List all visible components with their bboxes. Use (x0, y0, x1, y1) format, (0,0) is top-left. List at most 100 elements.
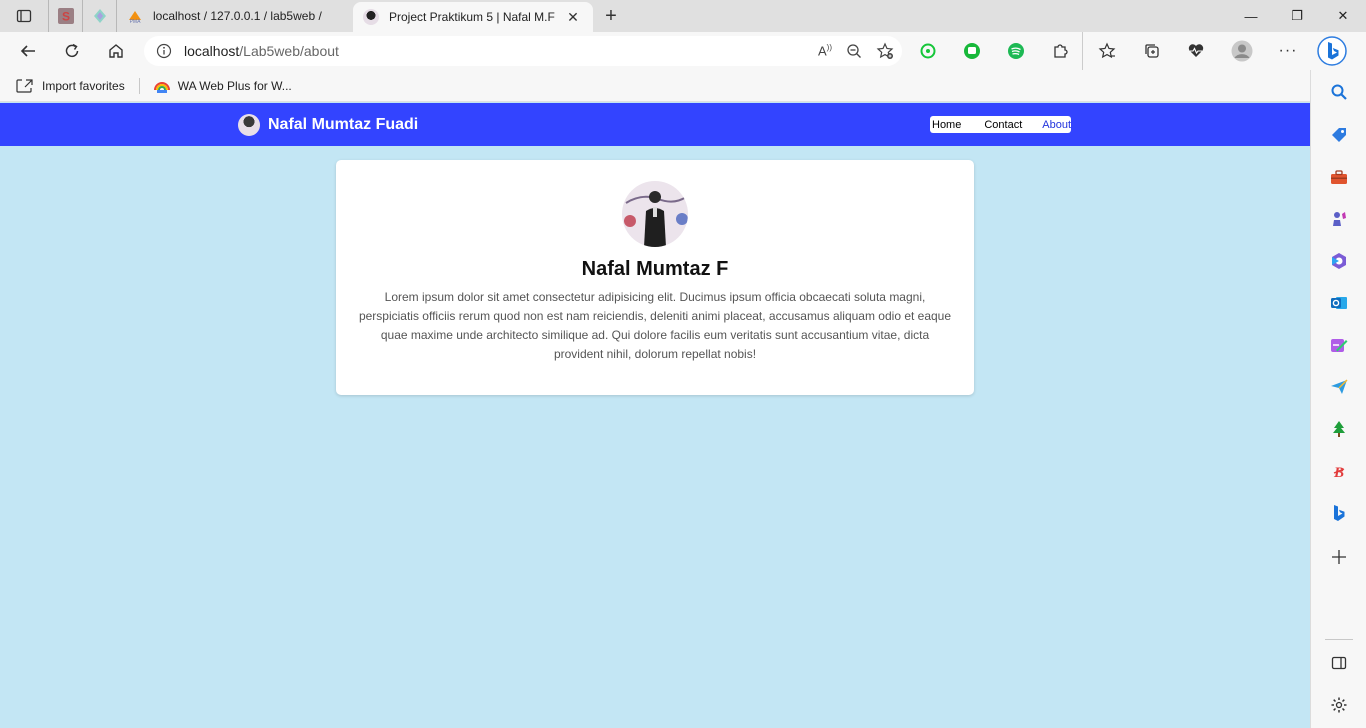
copilot-button[interactable] (1310, 32, 1354, 70)
toolbox-icon (1331, 170, 1347, 184)
paper-plane-icon (1331, 379, 1348, 394)
url-text[interactable]: localhost/Lab5web/about (184, 43, 339, 59)
favorites-button[interactable] (1082, 32, 1130, 70)
site-brand[interactable]: Nafal Mumtaz Fuadi (238, 114, 418, 136)
toolbar-extensions: ··· (906, 32, 1354, 70)
bing-icon (1334, 505, 1345, 521)
url-path: /Lab5web/about (239, 43, 339, 59)
sidebar-m365-button[interactable] (1329, 251, 1349, 271)
collections-button[interactable] (1130, 32, 1174, 70)
read-aloud-icon[interactable]: A)) (818, 43, 832, 58)
tab-title: localhost / 127.0.0.1 / lab5web / (153, 9, 322, 23)
web-page: Nafal Mumtaz Fuadi Home Contact About Na… (0, 103, 1310, 728)
sidebar-outlook-button[interactable] (1329, 293, 1349, 313)
tab-project[interactable]: Project Praktikum 5 | Nafal M.F ✕ (353, 2, 593, 32)
tab-phpmyadmin[interactable]: PMA localhost / 127.0.0.1 / lab5web / (116, 0, 353, 32)
search-icon (1331, 84, 1347, 100)
tab-actions-icon (16, 9, 32, 23)
heart-pulse-icon (1188, 44, 1204, 57)
settings-menu-button[interactable]: ··· (1266, 32, 1310, 70)
outlook-icon (1331, 297, 1347, 309)
nav-link-about[interactable]: About (1040, 119, 1071, 131)
sidebar-search-button[interactable] (1329, 82, 1349, 102)
profile-photo (622, 181, 688, 247)
pinned-tab-s[interactable]: S (48, 0, 82, 32)
minimize-button[interactable]: — (1228, 0, 1274, 32)
wa-web-plus-label: WA Web Plus for W... (177, 78, 292, 93)
more-dots-icon: ··· (1278, 42, 1298, 59)
app-logo-icon (93, 9, 106, 23)
extension-chat-icon (964, 43, 980, 59)
sidebar-hide-button[interactable] (1329, 653, 1349, 673)
designer-icon (1331, 339, 1348, 352)
tab-actions-button[interactable] (0, 0, 48, 32)
gear-icon (1331, 697, 1347, 713)
site-info-icon[interactable] (144, 43, 184, 59)
copilot-bing-icon (1317, 36, 1347, 66)
profile-card: Nafal Mumtaz F Lorem ipsum dolor sit ame… (336, 160, 974, 395)
profile-favicon-icon (363, 9, 379, 25)
edge-sidebar: B (1310, 70, 1366, 728)
brand-avatar (238, 114, 260, 136)
site-navbar: Nafal Mumtaz Fuadi Home Contact About (0, 103, 1310, 146)
sidebar-send-button[interactable] (1329, 377, 1349, 397)
extension-green-icon (920, 43, 936, 59)
window-controls: — ❐ ✕ (1228, 0, 1366, 32)
wa-web-plus-item[interactable]: WA Web Plus for W... (150, 78, 296, 94)
home-icon (109, 44, 123, 58)
profile-avatar-icon (1231, 40, 1253, 62)
extension-music-button[interactable] (994, 32, 1038, 70)
profile-name: Nafal Mumtaz F (581, 258, 729, 280)
sidebar-tools-button[interactable] (1329, 167, 1349, 187)
extension-music-icon (1008, 43, 1024, 59)
browser-toolbar: localhost/Lab5web/about A)) ··· (0, 32, 1366, 70)
import-favorites-item[interactable]: Import favorites (12, 78, 129, 94)
favorites-bar: Import favorites WA Web Plus for W... (0, 70, 1310, 102)
sidebar-bing-button[interactable] (1329, 503, 1349, 523)
add-favorite-icon[interactable] (876, 42, 894, 60)
sidebar-shopping-button[interactable] (1329, 125, 1349, 145)
microsoft-365-icon (1332, 253, 1346, 269)
close-window-button[interactable]: ✕ (1320, 0, 1366, 32)
puzzle-icon (1054, 44, 1068, 58)
plus-icon (1332, 550, 1346, 564)
favorites-star-icon (1098, 42, 1115, 59)
home-button[interactable] (94, 32, 138, 70)
browser-essentials-button[interactable] (1174, 32, 1218, 70)
wa-web-plus-icon (153, 81, 170, 93)
s-logo-icon: S (57, 8, 74, 24)
brand-name: Nafal Mumtaz Fuadi (268, 116, 419, 133)
svg-text:PMA: PMA (130, 19, 142, 24)
url-host: localhost (184, 43, 240, 59)
nav-link-contact[interactable]: Contact (982, 119, 1022, 131)
back-arrow-icon (20, 45, 35, 57)
close-tab-icon[interactable]: ✕ (563, 9, 583, 26)
refresh-button[interactable] (50, 32, 94, 70)
sidebar-divider (1325, 639, 1353, 640)
sidebar-settings-button[interactable] (1329, 695, 1349, 715)
b-logo-icon: B (1333, 465, 1345, 480)
shopping-tag-icon (1332, 128, 1346, 142)
sidebar-add-button[interactable] (1329, 547, 1349, 567)
nav-link-home[interactable]: Home (930, 119, 961, 131)
svg-text:S: S (61, 10, 69, 24)
extensions-button[interactable] (1038, 32, 1082, 70)
sidebar-designer-button[interactable] (1329, 335, 1349, 355)
address-bar[interactable]: localhost/Lab5web/about A)) (144, 36, 902, 66)
back-button[interactable] (6, 32, 50, 70)
restore-button[interactable]: ❐ (1274, 0, 1320, 32)
chess-piece-icon (1333, 212, 1346, 226)
new-tab-button[interactable]: + (595, 0, 627, 32)
tab-strip: S PMA localhost / 127.0.0.1 / lab5web / … (0, 0, 1366, 32)
sidebar-b-button[interactable]: B (1329, 461, 1349, 481)
pinned-tab-app[interactable] (82, 0, 116, 32)
sidebar-tree-button[interactable] (1329, 419, 1349, 439)
zoom-out-icon[interactable] (846, 43, 862, 59)
sidebar-games-button[interactable] (1329, 209, 1349, 229)
collections-icon (1145, 44, 1159, 58)
import-icon (16, 78, 33, 93)
extension-grammar-button[interactable] (906, 32, 950, 70)
profile-button[interactable] (1218, 32, 1266, 70)
extension-chat-button[interactable] (950, 32, 994, 70)
phpmyadmin-icon: PMA (129, 11, 142, 24)
